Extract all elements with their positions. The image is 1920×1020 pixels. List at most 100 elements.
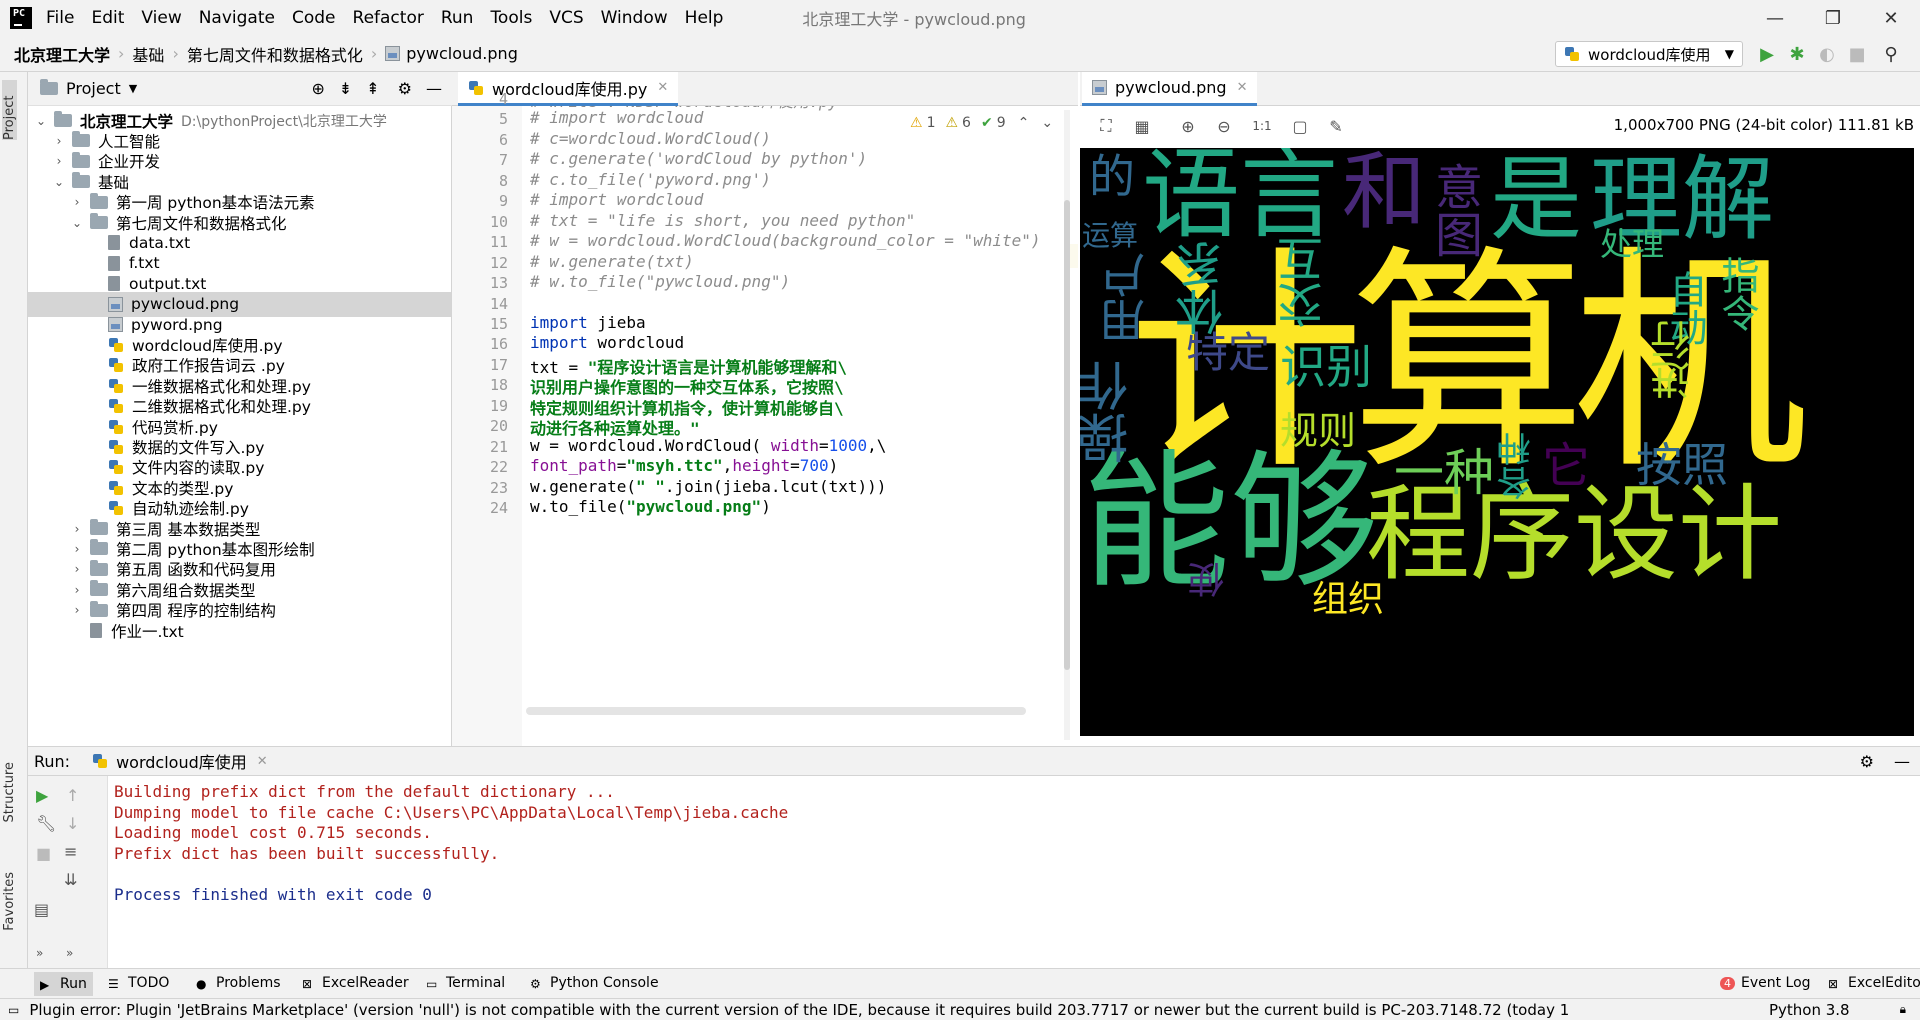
menu-item-file[interactable]: File [46, 8, 74, 28]
color-picker-icon[interactable]: ✎ [1326, 116, 1346, 136]
chevron-right-icon[interactable]: › [70, 583, 84, 597]
wrench-icon[interactable]: 🔧︎ [36, 814, 56, 833]
layout-icon[interactable]: ▤ [34, 900, 49, 919]
menu-item-navigate[interactable]: Navigate [199, 8, 275, 28]
status-toggle-icon[interactable]: ▭ [8, 1003, 19, 1017]
side-tab-project[interactable]: Project [2, 80, 17, 140]
code-line[interactable]: # c=wordcloud.WordCloud() [530, 129, 771, 148]
side-tab-structure[interactable]: Structure [2, 762, 17, 822]
code-line[interactable]: w.to_file("pywcloud.png") [530, 497, 771, 516]
code-line[interactable]: # import wordcloud [530, 190, 703, 209]
code-line[interactable]: # c.generate('wordCloud by python') [530, 149, 867, 168]
run-configuration-select[interactable]: wordcloud库使用 ▼ [1555, 41, 1743, 67]
code-line[interactable]: # import wordcloud [530, 108, 703, 127]
fit-icon[interactable]: ⛶ [1096, 116, 1116, 136]
scroll-to-end-icon[interactable]: ⇊ [64, 870, 77, 889]
gear-icon[interactable]: ⚙ [1860, 752, 1874, 771]
menu-item-edit[interactable]: Edit [91, 8, 124, 28]
tab-excel-editor[interactable]: ⊠ ExcelEditor [1828, 975, 1920, 991]
tab-run[interactable]: ▶ Run [34, 972, 93, 996]
code-line[interactable]: # txt = "life is short, you need python" [530, 211, 915, 230]
locate-icon[interactable]: ⊕ [311, 79, 324, 98]
chevron-down-icon[interactable]: ▼ [129, 82, 137, 95]
chevron-right-icon[interactable]: › [52, 134, 66, 148]
tab-python-console[interactable]: ⚙ Python Console [530, 975, 659, 991]
maximize-button[interactable]: ❐ [1804, 0, 1862, 36]
code-line[interactable]: # w.generate(txt) [530, 252, 694, 271]
collapse-all-icon[interactable]: ⇞ [366, 79, 379, 98]
chevron-right-icon[interactable]: › [70, 562, 84, 576]
search-icon[interactable]: ⚲ [1880, 43, 1902, 65]
chevron-right-icon[interactable]: › [70, 195, 84, 209]
expand-all-icon[interactable]: ⇟ [339, 79, 352, 98]
lock-icon[interactable]: 🔒︎ [1900, 1002, 1906, 1017]
chevron-up-icon[interactable]: ⌃ [1018, 115, 1030, 131]
code-line[interactable]: import jieba [530, 313, 646, 332]
inspection-widget[interactable]: ⚠ 1 ⚠ 6 ✔ 9 ⌃ ⌄ [910, 112, 1070, 134]
menu-item-view[interactable]: View [141, 8, 181, 28]
code-line[interactable]: # c.to_file('pyword.png') [530, 170, 771, 189]
breadcrumb-item-subfolder[interactable]: 第七周文件和数据格式化 [187, 42, 363, 66]
menu-item-code[interactable]: Code [292, 8, 336, 28]
code-editor[interactable]: # write : NDSF wordcloud库使用.py# import w… [522, 106, 1070, 746]
more-icon[interactable]: » [66, 946, 73, 960]
minimize-button[interactable]: — [1746, 0, 1804, 36]
hide-icon[interactable]: — [1894, 752, 1910, 771]
soft-wrap-icon[interactable]: ≡ [64, 842, 77, 861]
chessboard-icon[interactable]: ▢ [1290, 116, 1310, 136]
rerun-icon[interactable]: ▶ [36, 786, 48, 805]
stop-icon[interactable]: ■ [1846, 43, 1868, 65]
stop-icon[interactable]: ■ [36, 844, 51, 863]
zoom-in-icon[interactable]: ⊕ [1178, 116, 1198, 136]
horizontal-scrollbar[interactable] [526, 707, 1026, 715]
menu-item-run[interactable]: Run [441, 8, 474, 28]
hide-icon[interactable]: — [426, 79, 442, 98]
debug-icon[interactable]: ✱ [1786, 43, 1808, 65]
breadcrumb-item-file[interactable]: pywcloud.png [406, 44, 518, 63]
tree-item[interactable]: 作业一.txt [28, 618, 451, 643]
chevron-down-icon[interactable]: ⌄ [70, 216, 84, 230]
zoom-out-icon[interactable]: ⊖ [1214, 116, 1234, 136]
menu-item-window[interactable]: Window [601, 8, 668, 28]
project-view-label[interactable]: Project [66, 79, 121, 98]
arrow-down-icon[interactable]: ↓ [66, 814, 79, 833]
chevron-right-icon[interactable]: › [70, 522, 84, 536]
close-icon[interactable]: ✕ [1237, 80, 1248, 95]
tab-pywcloud-png[interactable]: pywcloud.png ✕ [1082, 72, 1258, 106]
code-line[interactable]: # w.to_file("pywcloud.png") [530, 272, 790, 291]
interpreter-indicator[interactable]: Python 3.8 [1769, 1001, 1850, 1019]
chevron-right-icon[interactable]: › [52, 154, 66, 168]
side-tab-favorites[interactable]: Favorites [2, 872, 17, 931]
tab-todo[interactable]: ☰ TODO [108, 975, 169, 991]
tab-problems[interactable]: ● Problems [196, 975, 281, 991]
close-window-button[interactable]: ✕ [1862, 0, 1920, 36]
code-line[interactable]: import wordcloud [530, 333, 684, 352]
run-tab[interactable]: wordcloud库使用 [116, 749, 247, 773]
more-icon[interactable]: » [36, 946, 43, 960]
tab-excelreader[interactable]: ⊠ ExcelReader [302, 975, 409, 991]
menu-item-refactor[interactable]: Refactor [353, 8, 424, 28]
run-icon[interactable]: ▶ [1756, 43, 1778, 65]
code-line[interactable]: font_path="msyh.ttc",height=700) [530, 456, 838, 475]
editor-scrollbar-thumb[interactable] [1064, 200, 1070, 670]
status-message[interactable]: Plugin error: Plugin 'JetBrains Marketpl… [29, 1001, 1569, 1019]
chevron-right-icon[interactable]: › [70, 542, 84, 556]
run-console[interactable]: Building prefix dict from the default di… [108, 776, 1920, 968]
code-line[interactable]: w = wordcloud.WordCloud( width=1000,\ [530, 436, 886, 455]
menu-item-help[interactable]: Help [685, 8, 724, 28]
breadcrumb-item-folder[interactable]: 基础 [132, 42, 164, 66]
tab-terminal[interactable]: ▭ Terminal [426, 975, 505, 991]
chevron-down-icon[interactable]: ⌄ [1041, 115, 1053, 131]
tab-event-log[interactable]: 4 Event Log [1720, 975, 1811, 991]
actual-size-button[interactable]: 1:1 [1250, 116, 1274, 136]
chevron-right-icon[interactable]: › [70, 603, 84, 617]
close-icon[interactable]: ✕ [257, 754, 268, 769]
chevron-down-icon[interactable]: ⌄ [52, 175, 66, 189]
coverage-icon[interactable]: ◐ [1816, 43, 1838, 65]
breadcrumb-item-root[interactable]: 北京理工大学 [14, 42, 110, 66]
grid-icon[interactable]: ▦ [1132, 116, 1152, 136]
gear-icon[interactable]: ⚙ [398, 79, 412, 98]
code-line[interactable]: w.generate(" ".join(jieba.lcut(txt))) [530, 477, 886, 496]
close-icon[interactable]: ✕ [657, 80, 668, 95]
menu-item-tools[interactable]: Tools [490, 8, 532, 28]
